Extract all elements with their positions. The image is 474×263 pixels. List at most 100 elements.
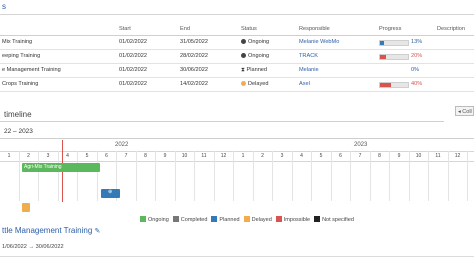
month-header-row: 1234567891011121234567891011121 <box>0 151 474 162</box>
progress-bar <box>379 54 409 60</box>
collapse-icon: ◂ <box>458 109 461 115</box>
month-label: 6 <box>339 153 342 159</box>
month-label: 8 <box>378 153 381 159</box>
month-label: 5 <box>319 153 323 159</box>
col-description[interactable]: Description <box>437 26 465 32</box>
row-responsible[interactable]: Melanie WebMo <box>299 39 339 45</box>
grid-line <box>135 151 137 201</box>
month-label: 9 <box>163 153 167 159</box>
table-row[interactable]: Crops Training 01/02/2022 14/02/2022 Del… <box>0 78 474 92</box>
progress-label: 0% <box>411 67 420 73</box>
month-label: 12 <box>220 153 227 159</box>
progress-bar <box>379 40 409 46</box>
month-label: 1 <box>470 153 474 159</box>
section-title: s <box>2 2 6 11</box>
grid-line <box>272 151 273 201</box>
legend-item: Planned <box>211 216 240 223</box>
row-end: 30/06/2022 <box>180 67 208 73</box>
month-label: 5 <box>85 153 89 159</box>
grid-line <box>311 151 312 201</box>
month-label: 11 <box>201 153 207 159</box>
row-status: Delayed <box>241 81 269 87</box>
divider <box>0 256 474 257</box>
gantt-bar-label: Agri-Mix Training <box>24 164 62 170</box>
col-responsible[interactable]: Responsible <box>299 26 330 32</box>
ongoing-icon <box>241 53 246 58</box>
collapse-button[interactable]: ◂ Coll <box>455 106 474 116</box>
legend-item: Delayed <box>243 216 272 223</box>
progress-label: 40% <box>411 81 423 87</box>
month-label: 10 <box>181 153 188 159</box>
col-status[interactable]: Status <box>241 26 257 32</box>
month-label: 2 <box>261 153 264 159</box>
row-start: 01/02/2022 <box>119 53 147 59</box>
row-start: 01/02/2022 <box>119 67 147 73</box>
row-start: 01/02/2022 <box>119 39 147 45</box>
row-name[interactable]: Mix Training <box>2 39 32 45</box>
col-progress[interactable]: Progress <box>379 26 401 32</box>
col-end[interactable]: End <box>180 26 190 32</box>
row-end: 14/02/2022 <box>180 81 208 87</box>
row-end: 28/02/2022 <box>180 53 208 59</box>
legend-item: Ongoing <box>140 216 169 223</box>
gantt-bar-agri-mix[interactable]: Agri-Mix Training <box>22 163 100 172</box>
progress-bar <box>379 82 409 88</box>
col-start[interactable]: Start <box>119 26 131 32</box>
legend-swatch <box>314 216 321 222</box>
row-responsible[interactable]: TRACK <box>299 53 318 59</box>
grid-line <box>408 151 410 201</box>
project-title[interactable]: ttle Management Training ✎ <box>2 226 100 235</box>
month-label: 3 <box>46 153 50 159</box>
ongoing-icon <box>241 39 246 44</box>
projects-section-header: s <box>0 0 474 15</box>
row-name[interactable]: e Management Training <box>2 67 61 73</box>
gantt-bar-icon: ⊕ <box>108 189 113 195</box>
month-label: 11 <box>435 153 441 159</box>
month-label: 9 <box>397 153 401 159</box>
grid-line <box>428 151 429 201</box>
grid-line <box>18 151 20 201</box>
legend-item: Not specified <box>314 216 354 223</box>
month-label: 2 <box>27 153 30 159</box>
edit-icon[interactable]: ✎ <box>95 228 101 235</box>
grid-line <box>467 151 468 201</box>
legend-swatch <box>275 216 282 222</box>
grid-line <box>330 151 332 201</box>
gantt-bar-planned[interactable]: ⊕ <box>101 189 120 198</box>
legend-swatch <box>211 216 218 222</box>
table-row[interactable]: e Management Training 01/02/2022 30/06/2… <box>0 64 474 78</box>
gantt-bar-delayed[interactable] <box>22 203 30 212</box>
gantt-divider <box>0 138 474 139</box>
divider <box>0 121 444 122</box>
month-label: 10 <box>415 153 422 159</box>
row-responsible[interactable]: Melanie <box>299 67 319 73</box>
table-row[interactable]: Mix Training 01/02/2022 31/05/2022 Ongoi… <box>0 36 474 50</box>
month-label: 3 <box>280 153 284 159</box>
grid-line <box>77 151 78 201</box>
row-status: Ongoing <box>241 53 269 59</box>
grid-line <box>155 151 156 201</box>
legend-swatch <box>140 216 146 222</box>
table-row[interactable]: eeping Training 01/02/2022 28/02/2022 On… <box>0 50 474 64</box>
month-label: 4 <box>300 153 303 159</box>
progress-label: 20% <box>411 53 423 59</box>
grid-line <box>174 151 176 201</box>
month-label: 8 <box>144 153 147 159</box>
project-dates: 1/06/2022 → 30/06/2022 <box>2 244 64 250</box>
grid-line <box>233 151 234 201</box>
row-status: Ongoing <box>241 39 269 45</box>
row-name[interactable]: Crops Training <box>2 81 38 87</box>
row-name[interactable]: eeping Training <box>2 53 40 59</box>
row-responsible[interactable]: Axel <box>299 81 310 87</box>
legend-swatch <box>243 216 250 222</box>
gantt-legend: Ongoing Completed Planned Delayed Impossible… <box>140 216 358 223</box>
grid-line <box>38 151 39 201</box>
month-label: 1 <box>7 153 11 159</box>
month-label: 12 <box>454 153 461 159</box>
row-start: 01/02/2022 <box>119 81 147 87</box>
grid-line <box>389 151 390 201</box>
timeline-title: timeline <box>4 110 32 119</box>
year-label-2023: 2023 <box>354 142 368 148</box>
progress-label: 13% <box>411 39 423 45</box>
grid-line <box>447 151 449 201</box>
